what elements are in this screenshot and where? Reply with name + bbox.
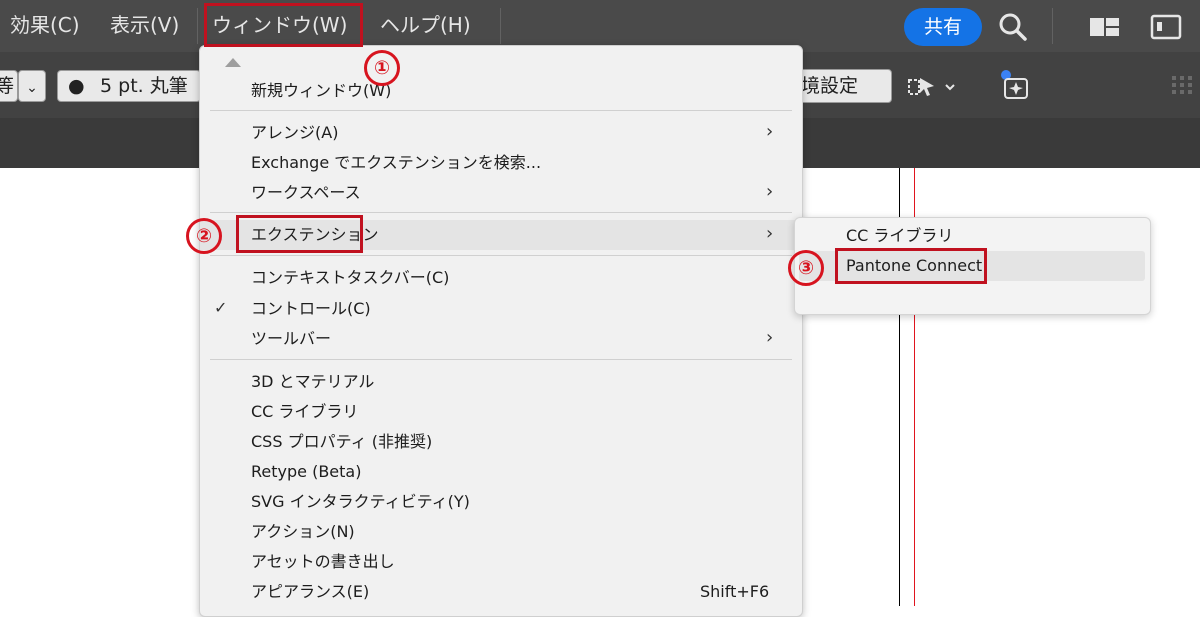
search-icon[interactable] <box>998 12 1028 42</box>
menu-separator <box>197 8 198 44</box>
menu-item-asset-export[interactable]: アセットの書き出し <box>200 547 802 577</box>
menu-item-toolbar[interactable]: ツールバー › <box>200 324 802 354</box>
menu-item-label: Exchange でエクステンションを検索... <box>251 153 542 172</box>
scroll-up-arrow-icon[interactable] <box>225 58 241 67</box>
menu-item-contextual-taskbar[interactable]: コンテキストタスクバー(C) <box>200 263 802 293</box>
menu-item-actions[interactable]: アクション(N) <box>200 517 802 547</box>
step-1-badge: ① <box>364 50 400 86</box>
menu-view[interactable]: 表示(V) <box>110 12 179 38</box>
menu-item-svg-interactivity[interactable]: SVG インタラクティビティ(Y) <box>200 487 802 517</box>
highlight-box-pantone-connect <box>835 248 987 284</box>
menu-help[interactable]: ヘルプ(H) <box>380 12 471 38</box>
menu-item-label: アピアランス(E) <box>251 582 370 601</box>
menu-item-css-properties[interactable]: CSS プロパティ (非推奨) <box>200 427 802 457</box>
brush-field-text: 等 <box>0 71 14 101</box>
menu-divider <box>210 255 792 256</box>
chevron-right-icon: › <box>766 121 774 142</box>
submenu-item-label: CC ライブラリ <box>846 226 954 245</box>
share-button[interactable]: 共有 <box>904 8 982 46</box>
menu-item-arrange[interactable]: アレンジ(A) › <box>200 118 802 148</box>
chevron-right-icon: › <box>766 223 774 244</box>
menu-item-label: アレンジ(A) <box>251 123 339 142</box>
menu-item-label: ワークスペース <box>251 183 361 202</box>
toolbar-separator <box>1052 8 1053 44</box>
sparkle-magic-icon[interactable] <box>998 68 1034 102</box>
chevron-right-icon: › <box>766 181 774 202</box>
menu-divider <box>210 359 792 360</box>
panel-layout-icon[interactable] <box>1150 13 1182 41</box>
menu-item-label: SVG インタラクティビティ(Y) <box>251 492 470 511</box>
menu-item-label: アセットの書き出し <box>251 552 395 571</box>
submenu-item-cc-libraries[interactable]: CC ライブラリ <box>799 221 1145 251</box>
highlight-box-window-menu <box>204 3 363 47</box>
menu-divider <box>210 110 792 111</box>
menu-item-cc-libraries[interactable]: CC ライブラリ <box>200 397 802 427</box>
menu-item-label: コントロール(C) <box>251 299 371 318</box>
menu-item-shortcut: Shift+F6 <box>700 582 770 601</box>
chevron-right-icon: › <box>766 327 774 348</box>
menu-item-control[interactable]: ✓ コントロール(C) <box>200 294 802 324</box>
menu-item-label: 新規ウィンドウ(W) <box>251 81 392 100</box>
menu-separator <box>500 8 501 44</box>
highlight-box-extensions <box>236 215 363 253</box>
step-2-badge: ② <box>186 218 222 254</box>
brush-dropdown[interactable]: ⌄ <box>18 70 46 102</box>
menu-item-exchange-search[interactable]: Exchange でエクステンションを検索... <box>200 148 802 178</box>
menu-item-3d-materials[interactable]: 3D とマテリアル <box>200 367 802 397</box>
menu-item-new-window[interactable]: 新規ウィンドウ(W) <box>200 76 802 106</box>
menu-item-retype[interactable]: Retype (Beta) <box>200 457 802 487</box>
brush-field-partial[interactable]: 等 <box>0 70 18 102</box>
menu-divider <box>210 212 792 213</box>
align-icon[interactable] <box>908 76 958 100</box>
stroke-profile-field[interactable]: ● 5 pt. 丸筆 <box>57 70 201 102</box>
chevron-down-icon: ⌄ <box>26 80 38 96</box>
menu-item-label: ツールバー <box>251 329 332 348</box>
preferences-label: 境設定 <box>801 75 859 97</box>
bullet-dot-icon: ● <box>68 75 85 97</box>
window-dropdown-menu: 新規ウィンドウ(W) アレンジ(A) › Exchange でエクステンションを… <box>199 45 803 617</box>
grip-handle-icon[interactable] <box>1170 74 1194 96</box>
arrange-documents-icon[interactable] <box>1089 15 1121 39</box>
menu-item-label: 3D とマテリアル <box>251 372 375 391</box>
stroke-profile-label: 5 pt. 丸筆 <box>100 75 188 97</box>
checkmark-icon: ✓ <box>214 298 228 317</box>
step-3-badge: ③ <box>788 250 824 286</box>
menu-item-appearance[interactable]: アピアランス(E) Shift+F6 <box>200 577 802 607</box>
menu-effect[interactable]: 効果(C) <box>10 12 80 38</box>
menu-item-label: アクション(N) <box>251 522 355 541</box>
menu-item-workspace[interactable]: ワークスペース › <box>200 178 802 208</box>
menu-item-label: CC ライブラリ <box>251 402 359 421</box>
menu-item-label: コンテキストタスクバー(C) <box>251 268 450 287</box>
menu-item-label: Retype (Beta) <box>251 462 362 481</box>
menu-item-label: CSS プロパティ (非推奨) <box>251 432 433 451</box>
